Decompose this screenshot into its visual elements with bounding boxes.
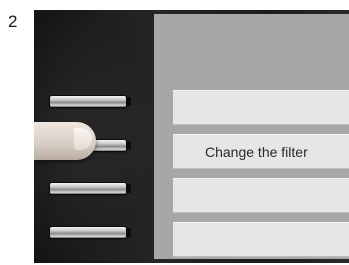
step-number: 2	[8, 12, 18, 31]
menu-item-1[interactable]	[173, 90, 349, 125]
change-filter-button[interactable]: Change the filter	[173, 134, 349, 169]
menu-item-3[interactable]	[173, 178, 349, 213]
soft-key-4[interactable]	[50, 227, 131, 238]
menu-item-4[interactable]	[173, 222, 349, 257]
menu-item-label: Change the filter	[205, 143, 308, 160]
display-screen: Change the filter	[154, 14, 349, 259]
finger-nail	[74, 128, 92, 150]
soft-key-1[interactable]	[50, 96, 131, 107]
soft-key-3[interactable]	[50, 183, 131, 194]
pressing-finger	[34, 122, 96, 160]
device-panel: Change the filter	[34, 10, 349, 263]
